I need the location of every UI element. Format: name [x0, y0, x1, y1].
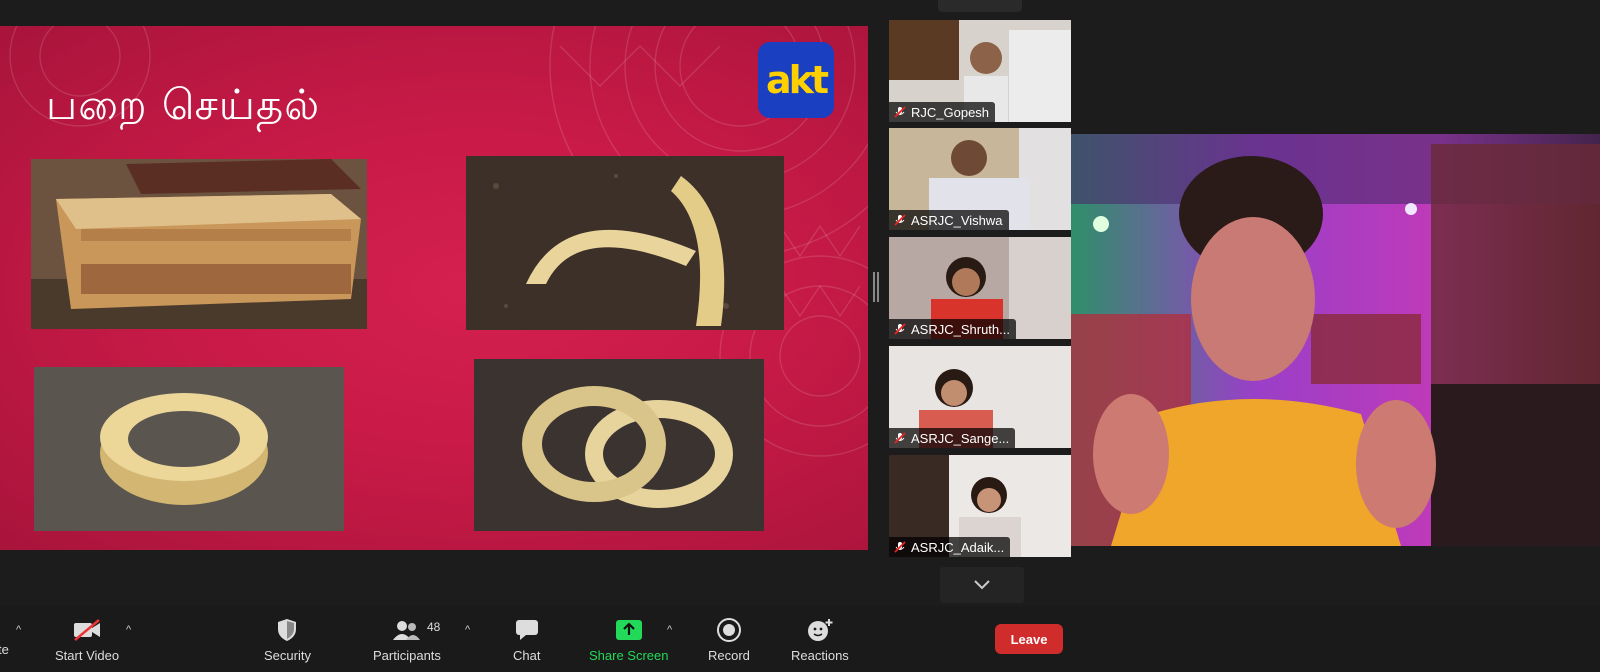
shield-icon	[278, 619, 297, 641]
participant-video-tile[interactable]: ASRJC_Sange...	[889, 346, 1071, 448]
participant-name: ASRJC_Vishwa	[911, 212, 1003, 228]
chat-icon	[515, 620, 538, 640]
unmute-button-label[interactable]: te	[0, 642, 9, 657]
participants-count-badge: 48	[427, 620, 441, 634]
reactions-button[interactable]: Reactions	[791, 616, 849, 663]
two-wooden-rings-photo	[474, 359, 764, 531]
wooden-block-photo	[31, 159, 367, 329]
security-label: Security	[264, 648, 311, 663]
curved-wood-pieces-photo	[466, 156, 784, 330]
muted-mic-icon	[894, 323, 906, 335]
participant-video-tile[interactable]: ASRJC_Vishwa	[889, 128, 1071, 230]
muted-mic-icon	[894, 106, 906, 118]
share-options-caret[interactable]: ^	[667, 624, 672, 636]
record-icon	[716, 618, 741, 642]
gallery-scroll-down-button[interactable]	[940, 567, 1024, 603]
participant-name: ASRJC_Adaik...	[911, 539, 1005, 555]
share-screen-icon	[615, 620, 642, 640]
smiley-plus-icon	[807, 619, 833, 641]
participant-name-tag: ASRJC_Vishwa	[889, 210, 1009, 230]
participant-name-tag: RJC_Gopesh	[889, 102, 996, 122]
muted-mic-icon	[894, 541, 906, 553]
participant-name: ASRJC_Shruth...	[911, 321, 1010, 337]
share-screen-button[interactable]: Share Screen	[589, 616, 669, 663]
participant-video-tile[interactable]: RJC_Gopesh	[889, 20, 1071, 122]
muted-mic-icon	[894, 432, 906, 444]
video-options-caret[interactable]: ^	[126, 624, 131, 636]
wooden-ring-photo	[34, 367, 344, 531]
participant-video-tile[interactable]: ASRJC_Shruth...	[889, 237, 1071, 339]
leave-button[interactable]: Leave	[995, 624, 1063, 654]
audio-options-caret[interactable]: ^	[16, 624, 21, 636]
shared-slide: பறை செய்தல் akt	[0, 26, 868, 550]
share-screen-label: Share Screen	[589, 648, 669, 663]
record-button[interactable]: Record	[708, 616, 750, 663]
split-view-handle[interactable]	[873, 272, 879, 302]
participant-name-tag: ASRJC_Adaik...	[889, 537, 1011, 557]
participant-name-tag: ASRJC_Shruth...	[889, 319, 1016, 339]
muted-mic-icon	[894, 214, 906, 226]
slide-title: பறை செய்தல்	[46, 80, 321, 129]
participant-name-tag: ASRJC_Sange...	[889, 428, 1016, 448]
active-speaker-video[interactable]	[1071, 134, 1600, 546]
start-video-label: Start Video	[55, 648, 120, 663]
participants-label: Participants	[373, 648, 441, 663]
video-off-icon	[74, 619, 101, 641]
participants-options-caret[interactable]: ^	[465, 624, 470, 636]
meeting-toolbar: te ^ Start Video ^ Security Participants…	[0, 606, 1600, 672]
top-bar	[0, 0, 1600, 26]
participant-name: RJC_Gopesh	[911, 104, 990, 120]
participant-name: ASRJC_Sange...	[911, 430, 1010, 446]
participant-video-tile[interactable]: ASRJC_Adaik...	[889, 455, 1071, 557]
chevron-down-icon	[974, 580, 990, 590]
security-button[interactable]: Security	[264, 616, 311, 663]
chat-button[interactable]: Chat	[513, 616, 540, 663]
chat-label: Chat	[513, 648, 541, 663]
akt-logo: akt	[758, 42, 834, 118]
reactions-label: Reactions	[791, 648, 849, 663]
participants-icon	[392, 621, 420, 640]
record-label: Record	[708, 648, 750, 663]
start-video-button[interactable]: Start Video	[55, 616, 119, 663]
view-options-tab[interactable]	[938, 0, 1022, 12]
